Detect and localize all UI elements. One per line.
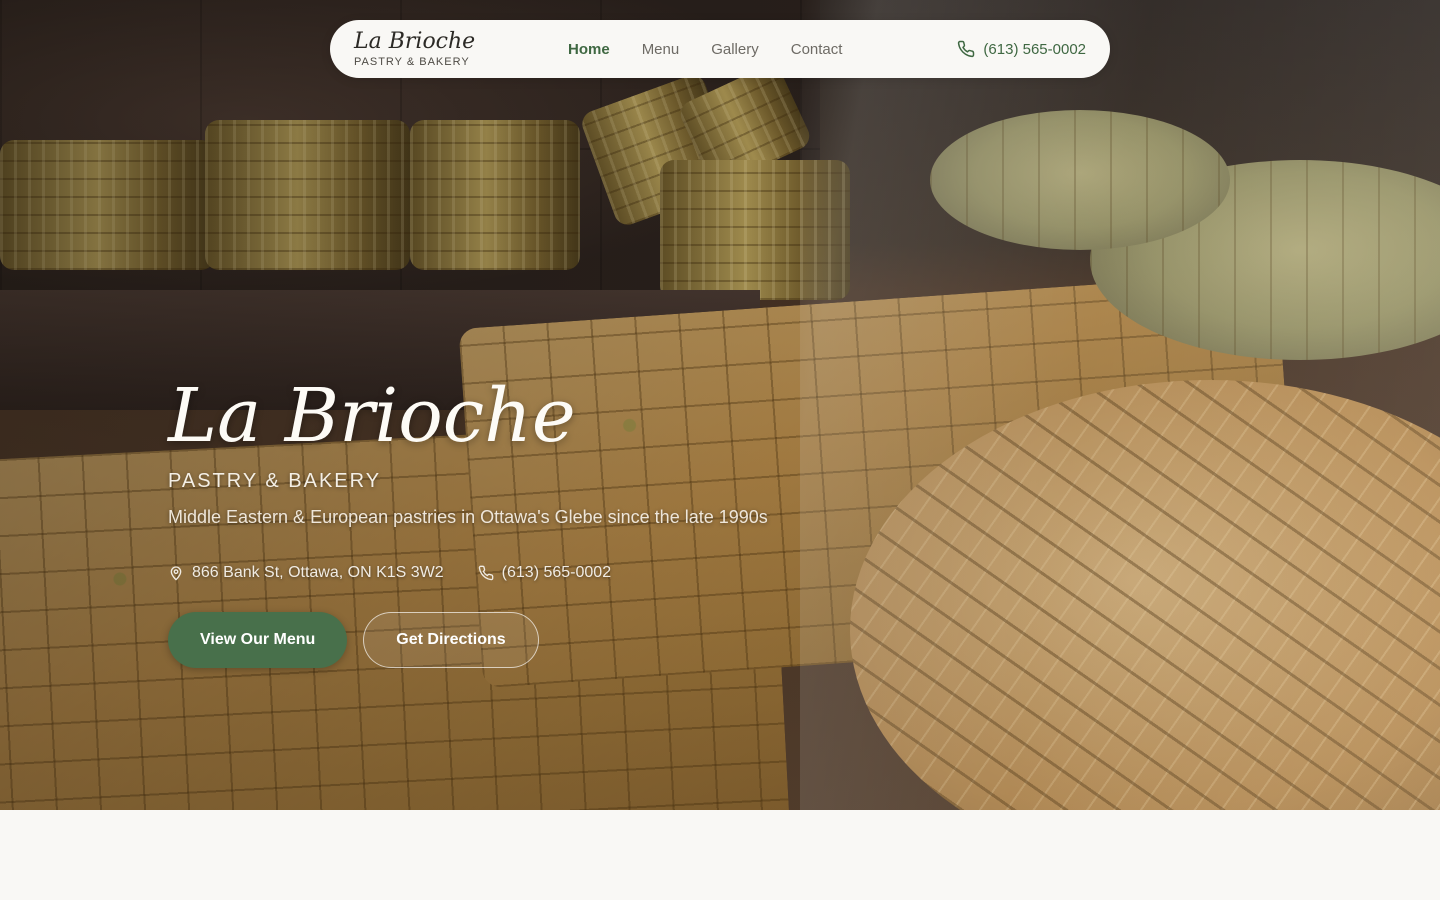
hero-address-text: 866 Bank St, Ottawa, ON K1S 3W2 — [192, 564, 444, 581]
hero-phone[interactable]: (613) 565-0002 — [478, 564, 611, 582]
brand-logo[interactable]: La Brioche PASTRY & BAKERY — [354, 29, 476, 69]
nav-links: Home Menu Gallery Contact — [568, 20, 842, 78]
hero-address[interactable]: 866 Bank St, Ottawa, ON K1S 3W2 — [168, 564, 444, 582]
top-navigation: La Brioche PASTRY & BAKERY Home Menu Gal… — [330, 20, 1110, 78]
hero-subtitle: PASTRY & BAKERY — [168, 470, 382, 492]
nav-link-home[interactable]: Home — [568, 41, 610, 58]
nav-link-menu[interactable]: Menu — [642, 41, 680, 58]
get-directions-button[interactable]: Get Directions — [363, 612, 539, 668]
map-pin-icon — [170, 566, 182, 581]
nav-phone-link[interactable]: (613) 565-0002 — [957, 20, 1086, 78]
phone-icon — [478, 565, 494, 581]
brand-subtitle: PASTRY & BAKERY — [354, 56, 470, 68]
hero-content: La Brioche PASTRY & BAKERY Middle Easter… — [168, 366, 768, 668]
nav-link-gallery[interactable]: Gallery — [711, 41, 759, 58]
nav-link-contact[interactable]: Contact — [791, 41, 843, 58]
brand-name: La Brioche — [354, 29, 476, 54]
view-menu-button[interactable]: View Our Menu — [168, 612, 348, 668]
hero-buttons: View Our Menu Get Directions — [168, 612, 768, 668]
hero-contact-info: 866 Bank St, Ottawa, ON K1S 3W2 (613) 56… — [168, 564, 768, 582]
hero-title: La Brioche — [168, 373, 576, 459]
hero-section: La Brioche PASTRY & BAKERY Middle Easter… — [0, 0, 1440, 810]
phone-icon — [958, 40, 975, 58]
hero-tagline: Middle Eastern & European pastries in Ot… — [168, 507, 768, 527]
nav-phone-text: (613) 565-0002 — [983, 40, 1086, 58]
hero-phone-text: (613) 565-0002 — [501, 564, 612, 581]
